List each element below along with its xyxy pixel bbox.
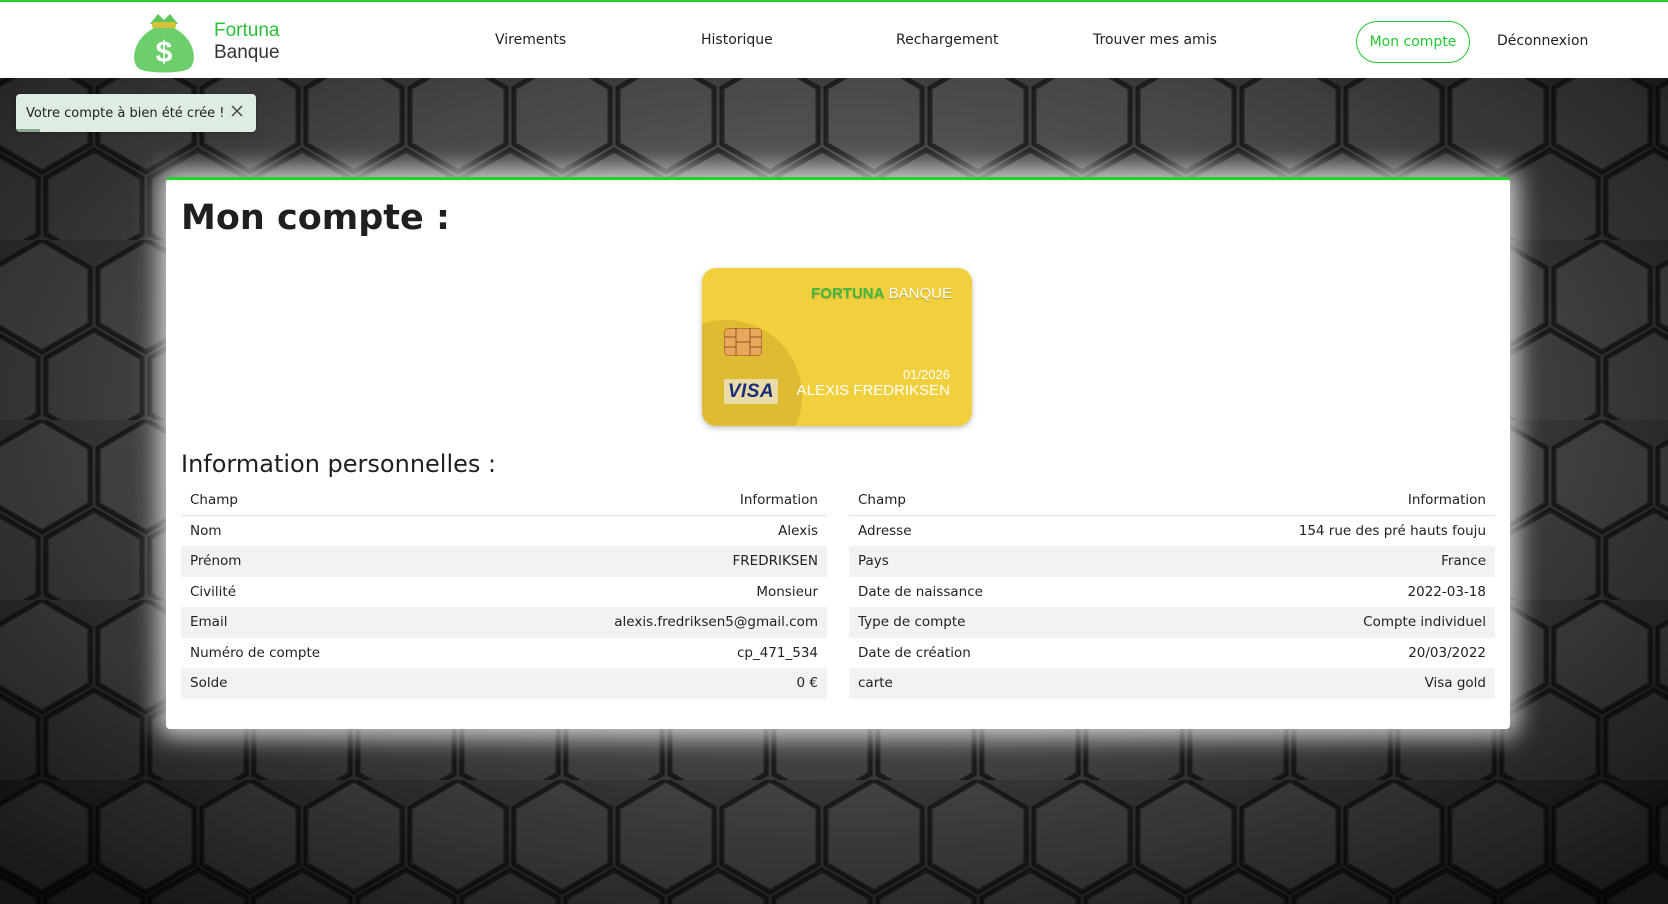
field-label: Date de création (858, 644, 971, 661)
success-toast: Votre compte à bien été crée ! (16, 94, 256, 132)
field-value: France (1441, 553, 1486, 570)
my-account-button[interactable]: Mon compte (1356, 21, 1470, 63)
chip-icon (724, 328, 762, 356)
section-title: Information personnelles : (181, 450, 497, 478)
field-value: alexis.fredriksen5@gmail.com (614, 614, 818, 631)
card-expiry: 01/2026 (903, 367, 950, 382)
brand[interactable]: $ Fortuna Banque (128, 10, 280, 74)
field-label: Nom (190, 523, 222, 539)
field-value: 20/03/2022 (1408, 644, 1486, 661)
nav-link-virements[interactable]: Virements (495, 32, 566, 48)
field-value: 0 € (796, 675, 818, 692)
table-row: Nom Alexis (181, 516, 827, 547)
field-label: Email (190, 614, 228, 631)
top-navbar: $ Fortuna Banque Virements Historique Re… (0, 0, 1668, 78)
table-row: Email alexis.fredriksen5@gmail.com (181, 607, 827, 638)
field-value: Monsieur (756, 583, 818, 600)
table-row: Date de naissance 2022-03-18 (849, 577, 1495, 608)
field-value: Compte individuel (1363, 614, 1486, 631)
card-brand-part2: BANQUE (888, 285, 952, 302)
table-header-row: Champ Information (849, 485, 1495, 516)
field-value: Visa gold (1424, 675, 1486, 692)
field-value: 154 rue des pré hauts fouju (1298, 523, 1486, 539)
table-row: Numéro de compte cp_471_534 (181, 638, 827, 669)
field-value: cp_471_534 (736, 644, 818, 661)
page-title: Mon compte : (181, 198, 450, 238)
field-label: Solde (190, 675, 228, 692)
nav-link-historique[interactable]: Historique (701, 32, 773, 48)
nav-link-trouver-amis[interactable]: Trouver mes amis (1093, 32, 1217, 48)
table-row: Type de compte Compte individuel (849, 607, 1495, 638)
money-bag-icon: $ (134, 14, 194, 73)
table-row: Date de création 20/03/2022 (849, 638, 1495, 669)
toast-message: Votre compte à bien été crée ! (26, 105, 225, 121)
card-brand-part1: FORTUNA (811, 285, 885, 302)
column-header-information: Information (439, 485, 827, 516)
field-label: Pays (858, 553, 889, 570)
field-label: Prénom (190, 553, 242, 570)
brand-name-line1: Fortuna (214, 20, 280, 41)
nav-link-rechargement[interactable]: Rechargement (896, 32, 998, 48)
field-label: carte (858, 675, 893, 692)
table-row: carte Visa gold (849, 668, 1495, 699)
field-label: Numéro de compte (190, 644, 321, 661)
field-value: 2022-03-18 (1407, 583, 1486, 600)
table-header-row: Champ Information (181, 485, 827, 516)
table-row: Adresse 154 rue des pré hauts fouju (849, 516, 1495, 547)
card-holder-name: ALEXIS FREDRIKSEN (796, 382, 950, 399)
logout-link[interactable]: Déconnexion (1497, 33, 1588, 49)
personal-info-table-right: Champ Information Adresse 154 rue des pré… (849, 485, 1495, 699)
field-value: Alexis (778, 523, 818, 539)
svg-text:$: $ (156, 36, 173, 69)
close-icon[interactable] (230, 104, 244, 118)
column-header-information: Information (1114, 485, 1495, 516)
field-label: Date de naissance (858, 583, 983, 600)
brand-name-line2: Banque (214, 42, 280, 63)
field-label: Type de compte (858, 614, 966, 631)
column-header-champ: Champ (181, 485, 440, 516)
field-label: Adresse (858, 523, 912, 539)
field-value: FREDRIKSEN (732, 553, 818, 570)
card-bank-name: FORTUNA BANQUE (811, 285, 952, 302)
personal-info-table-left: Champ Information Nom Alexis Prénom FREDRI… (181, 485, 827, 699)
field-label: Civilité (190, 583, 237, 600)
table-row: Civilité Monsieur (181, 577, 827, 608)
toast-progress-bar (16, 129, 40, 132)
table-row: Prénom FREDRIKSEN (181, 546, 827, 577)
column-header-champ: Champ (849, 485, 1115, 516)
visa-logo: VISA (724, 379, 778, 404)
account-panel: Mon compte : FORTUNA BANQUE VISA 01/2026… (166, 177, 1510, 729)
table-row: Pays France (849, 546, 1495, 577)
credit-card: FORTUNA BANQUE VISA 01/2026 ALEXIS FREDR… (702, 268, 972, 426)
table-row: Solde 0 € (181, 668, 827, 699)
